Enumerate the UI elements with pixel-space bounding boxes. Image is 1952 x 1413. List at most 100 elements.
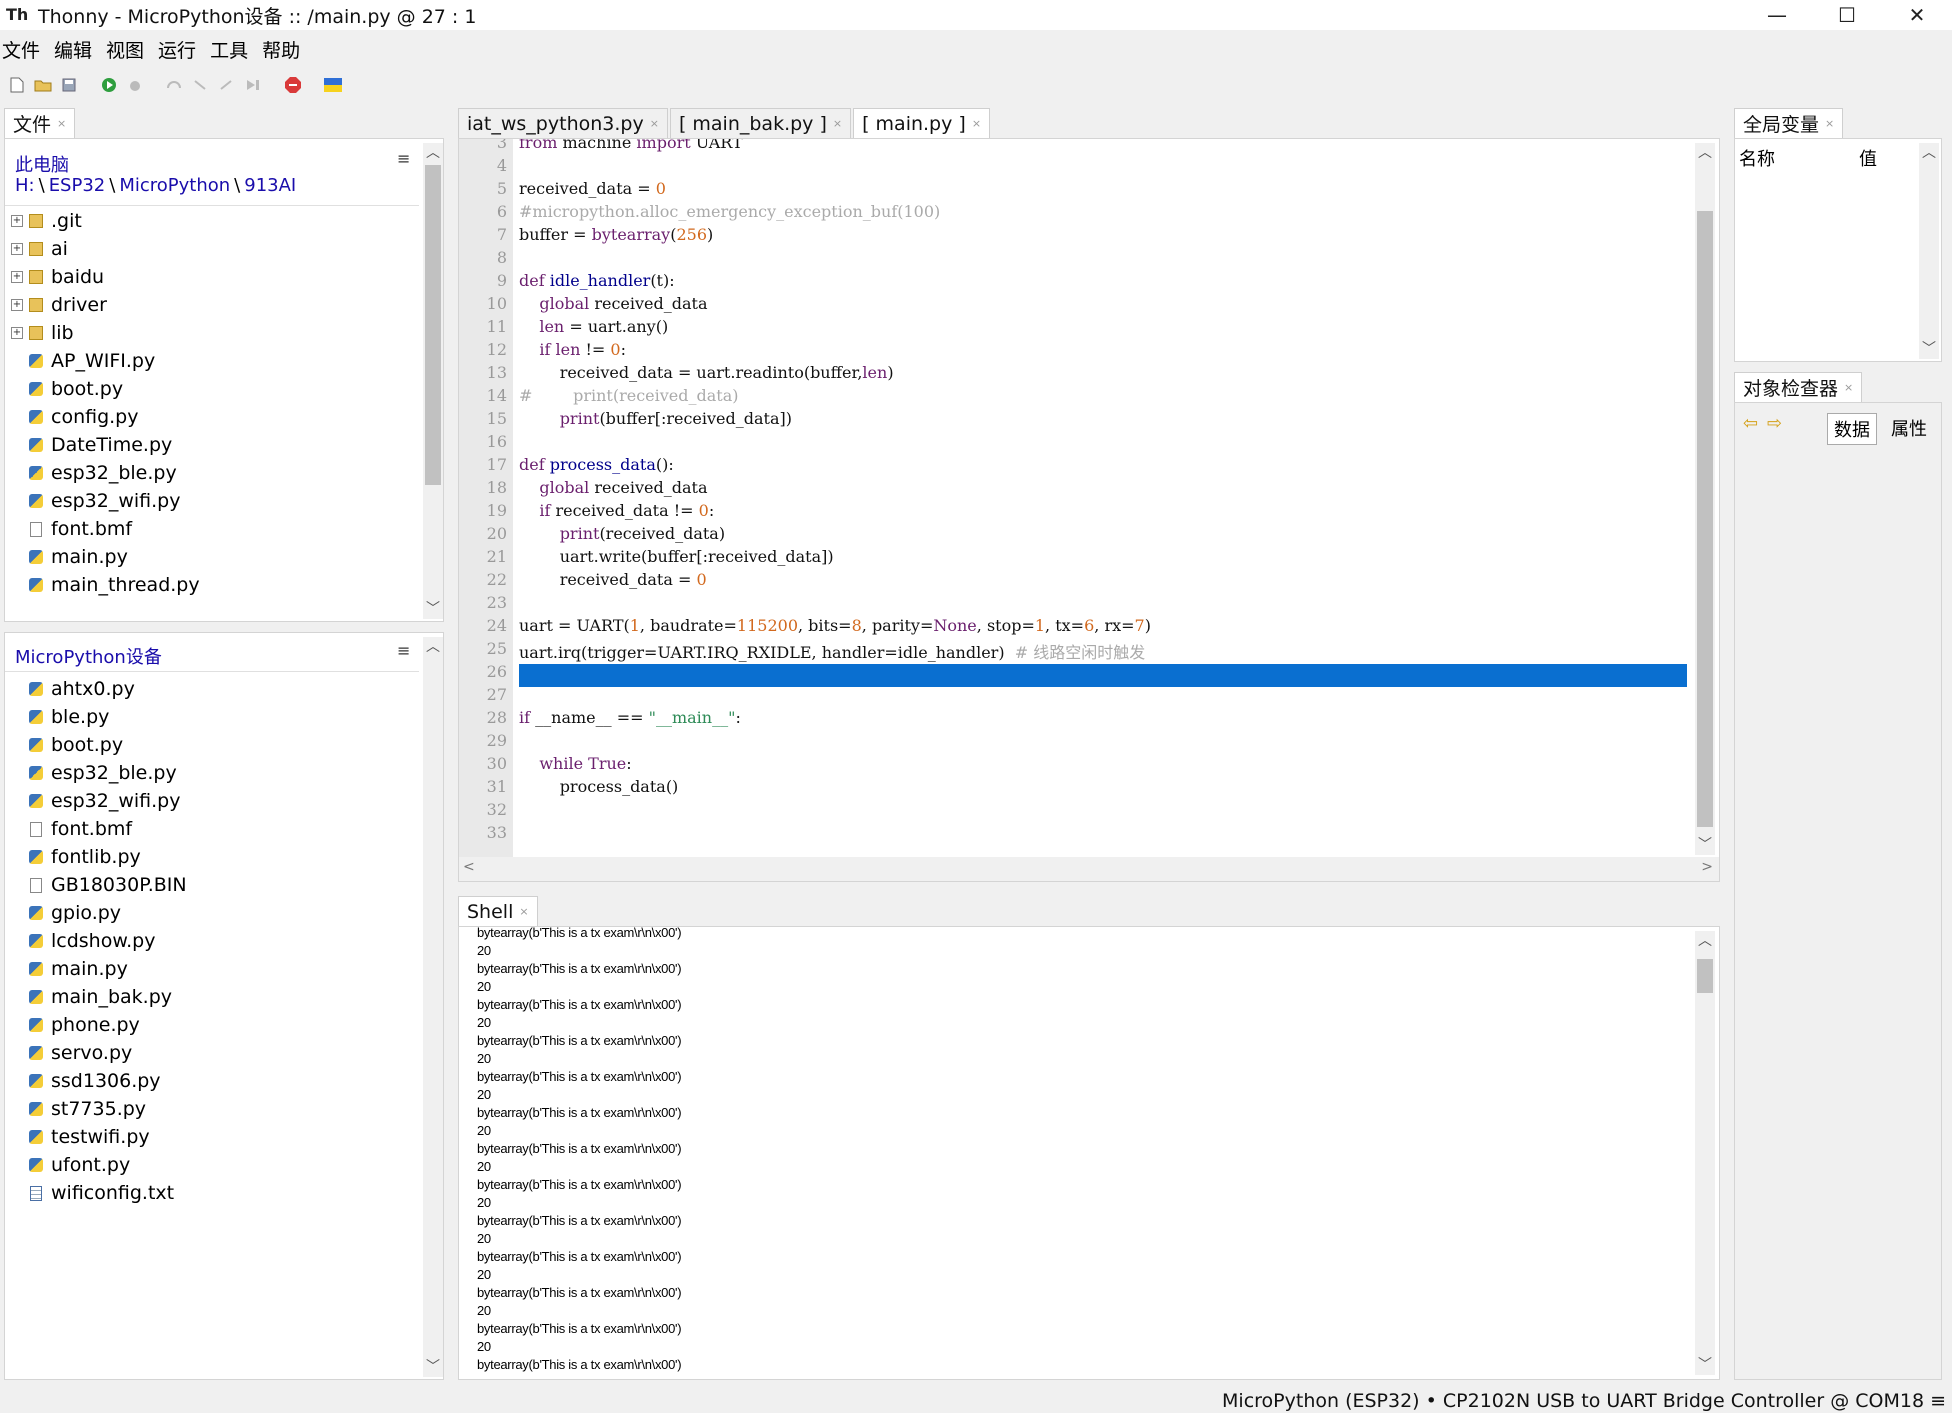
ukraine-flag-icon[interactable] (322, 74, 344, 96)
code-line[interactable]: len = uart.any() (519, 317, 668, 336)
tab-data[interactable]: 数据 (1827, 413, 1877, 445)
code-line[interactable]: uart = UART(1, baudrate=115200, bits=8, … (519, 616, 1151, 635)
backend-status[interactable]: MicroPython (ESP32) • CP2102N USB to UAR… (1222, 1390, 1946, 1412)
code-line[interactable]: def idle_handler(t): (519, 271, 675, 290)
code-line[interactable]: def process_data(): (519, 455, 674, 474)
code-line[interactable]: uart.write(buffer[:received_data]) (519, 547, 834, 566)
code-line[interactable]: print(received_data) (519, 524, 725, 543)
local-scrollbar[interactable]: ︿ ﹀ (423, 143, 443, 619)
expand-icon[interactable]: + (11, 215, 23, 227)
step-out-icon[interactable] (216, 74, 238, 96)
tab-shell[interactable]: Shell × (458, 896, 538, 926)
list-item[interactable]: + baidu (5, 263, 104, 291)
code-line[interactable]: while True: (519, 754, 631, 773)
list-item[interactable]: main.py (5, 955, 128, 983)
scroll-up-icon[interactable]: ︿ (423, 637, 443, 657)
back-icon[interactable]: ⇦ (1743, 413, 1758, 434)
resume-icon[interactable] (242, 74, 264, 96)
scroll-thumb[interactable] (425, 165, 441, 485)
expand-icon[interactable]: + (11, 299, 23, 311)
list-item[interactable]: esp32_wifi.py (5, 487, 180, 515)
list-item[interactable]: main_thread.py (5, 571, 200, 599)
scroll-up-icon[interactable]: ︿ (1695, 931, 1715, 951)
tab-variables[interactable]: 全局变量 × (1734, 108, 1844, 138)
maximize-button[interactable]: ☐ (1812, 0, 1882, 30)
list-item[interactable]: main_bak.py (5, 983, 172, 1011)
forward-icon[interactable]: ⇨ (1767, 413, 1782, 434)
list-item[interactable]: boot.py (5, 375, 123, 403)
list-item[interactable]: esp32_ble.py (5, 759, 177, 787)
tab-attributes[interactable]: 属性 (1891, 415, 1927, 441)
scroll-thumb[interactable] (1697, 211, 1713, 827)
list-item[interactable]: gpio.py (5, 899, 121, 927)
breadcrumb-item[interactable]: H: (15, 175, 35, 196)
menu-view[interactable]: 视图 (104, 36, 154, 63)
step-over-icon[interactable] (164, 74, 186, 96)
tab-iat-ws-python3[interactable]: iat_ws_python3.py × (458, 108, 668, 138)
code-line[interactable]: if received_data != 0: (519, 501, 714, 520)
code-line[interactable]: received_data = 0 (519, 570, 707, 589)
code-line[interactable]: process_data() (519, 777, 679, 796)
list-item[interactable]: fontlib.py (5, 843, 141, 871)
open-file-icon[interactable] (32, 74, 54, 96)
tab-object-inspector[interactable]: 对象检查器 × (1734, 372, 1863, 402)
list-item[interactable]: ble.py (5, 703, 109, 731)
code-line[interactable]: global received_data (519, 294, 707, 313)
scroll-up-icon[interactable]: ︿ (423, 143, 443, 163)
scroll-down-icon[interactable]: ﹀ (1695, 1355, 1715, 1375)
step-into-icon[interactable] (190, 74, 212, 96)
list-item[interactable]: lcdshow.py (5, 927, 156, 955)
local-computer-link[interactable]: 此电脑 (15, 151, 69, 177)
device-header-link[interactable]: MicroPython设备 (15, 643, 162, 669)
code-line[interactable]: print(buffer[:received_data]) (519, 409, 792, 428)
debug-icon[interactable] (124, 74, 146, 96)
list-item[interactable]: testwifi.py (5, 1123, 150, 1151)
list-item[interactable]: font.bmf (5, 515, 132, 543)
close-button[interactable]: ✕ (1882, 0, 1952, 30)
list-item[interactable]: DateTime.py (5, 431, 172, 459)
menu-file[interactable]: 文件 (0, 36, 50, 63)
scroll-down-icon[interactable]: ﹀ (423, 1357, 443, 1377)
list-item[interactable]: wificonfig.txt (5, 1179, 174, 1207)
menu-icon[interactable]: ≡ (397, 641, 410, 660)
run-icon[interactable] (98, 74, 120, 96)
list-item[interactable]: ahtx0.py (5, 675, 135, 703)
minimize-button[interactable]: — (1742, 0, 1812, 30)
list-item[interactable]: font.bmf (5, 815, 132, 843)
list-item[interactable]: ssd1306.py (5, 1067, 161, 1095)
code-line[interactable]: buffer = bytearray(256) (519, 225, 713, 244)
close-icon[interactable]: × (650, 117, 659, 130)
list-item[interactable]: esp32_wifi.py (5, 787, 180, 815)
list-item[interactable]: + lib (5, 319, 74, 347)
expand-icon[interactable]: + (11, 243, 23, 255)
list-item[interactable]: ufont.py (5, 1151, 130, 1179)
code-line[interactable]: if len != 0: (519, 340, 626, 359)
scroll-up-icon[interactable]: ︿ (1919, 143, 1939, 163)
close-icon[interactable]: × (833, 117, 842, 130)
close-icon[interactable]: × (1825, 117, 1834, 130)
save-icon[interactable] (58, 74, 80, 96)
column-header-value[interactable]: 值 (1859, 145, 1877, 171)
list-item[interactable]: servo.py (5, 1039, 132, 1067)
list-item[interactable]: phone.py (5, 1011, 140, 1039)
tab-main-bak[interactable]: [ main_bak.py ] × (669, 108, 852, 138)
close-icon[interactable]: × (519, 905, 528, 918)
menu-help[interactable]: 帮助 (260, 36, 310, 63)
scroll-right-icon[interactable]: > (1701, 859, 1713, 875)
column-header-name[interactable]: 名称 (1739, 145, 1775, 171)
breadcrumb-item[interactable]: MicroPython (119, 175, 230, 196)
code-line[interactable]: received_data = 0 (519, 179, 666, 198)
code-line[interactable]: global received_data (519, 478, 707, 497)
tab-main[interactable]: [ main.py ] × (853, 108, 991, 138)
editor-hscrollbar[interactable]: < > (459, 857, 1719, 881)
scroll-thumb[interactable] (1697, 959, 1713, 993)
list-item[interactable]: + ai (5, 235, 68, 263)
list-item[interactable]: esp32_ble.py (5, 459, 177, 487)
breadcrumb-item[interactable]: 913AI (244, 175, 296, 196)
expand-icon[interactable]: + (11, 327, 23, 339)
scroll-up-icon[interactable]: ︿ (1695, 143, 1715, 163)
code-line[interactable]: # print(received_data) (519, 386, 738, 405)
code-line[interactable]: #micropython.alloc_emergency_exception_b… (519, 202, 940, 221)
shell-scrollbar[interactable]: ︿ ﹀ (1695, 931, 1715, 1375)
scroll-down-icon[interactable]: ﹀ (1695, 835, 1715, 855)
